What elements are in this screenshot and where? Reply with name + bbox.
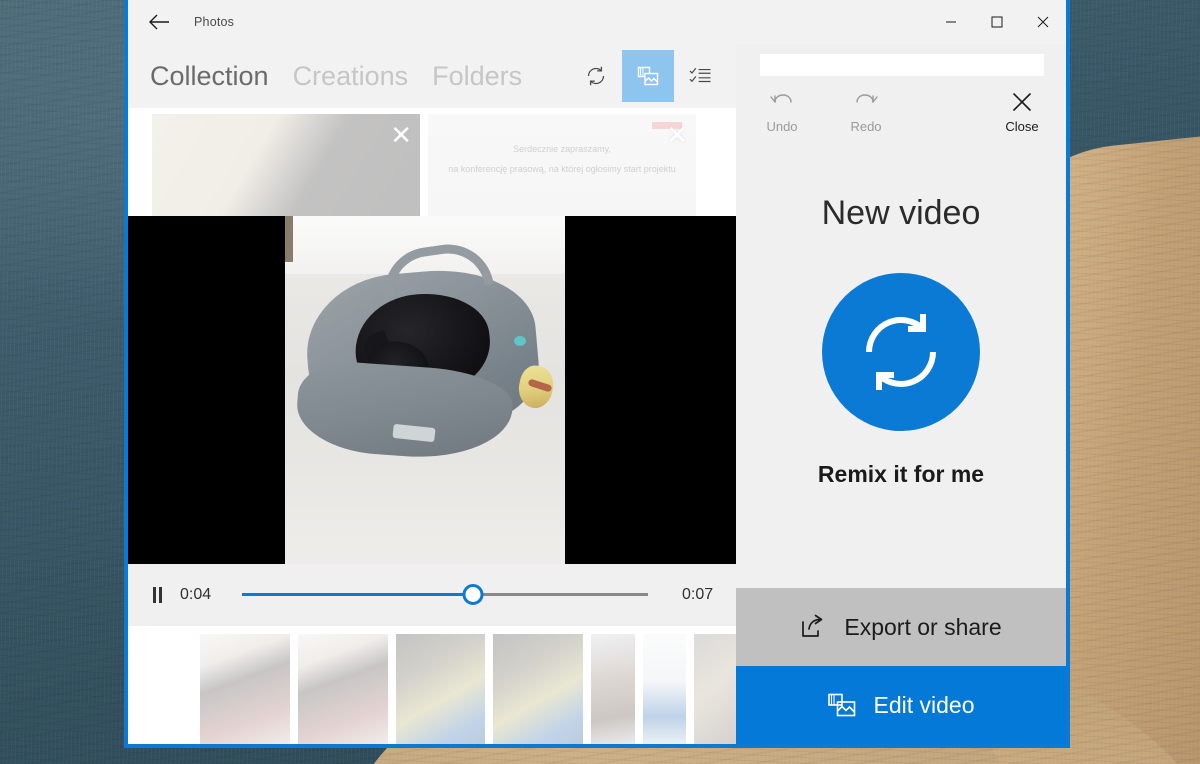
video-title-input[interactable]: [760, 54, 1044, 76]
scrub-fill: [242, 593, 474, 596]
scrub-slider[interactable]: [242, 584, 648, 605]
close-window-button[interactable]: [1020, 0, 1066, 44]
video-title-wrap: [736, 44, 1066, 76]
remove-photo-icon[interactable]: ✕: [390, 122, 412, 148]
list-item[interactable]: [297, 634, 388, 744]
thumbnail-strip: [128, 626, 736, 744]
close-editor-label: Close: [1005, 119, 1039, 134]
list-item[interactable]: [493, 634, 584, 744]
scrub-thumb[interactable]: [462, 584, 484, 605]
tab-creations[interactable]: Creations: [293, 61, 409, 92]
video-edit-icon: [828, 693, 856, 717]
scene-carpet: [285, 454, 565, 564]
app-title: Photos: [194, 15, 235, 29]
editor-toolbar: Undo Redo Close: [736, 76, 1066, 134]
edit-video-label: Edit video: [873, 691, 975, 718]
video-player[interactable]: [128, 216, 736, 564]
invite-text-line-2: na konferencję prasową, na której ogłosi…: [448, 164, 676, 174]
scene-doorframe: [285, 216, 293, 262]
scene-teal-detail: [514, 336, 526, 346]
list-item[interactable]: [642, 634, 687, 744]
desktop-background: Photos Collection Creations Folders ✕ Se…: [0, 0, 1200, 764]
window-body: Collection Creations Folders ✕ Serdeczni…: [128, 44, 1066, 744]
list-item[interactable]: [694, 634, 736, 744]
new-video-icon[interactable]: [622, 50, 674, 102]
total-time-label: 0:07: [682, 586, 714, 603]
tab-folders[interactable]: Folders: [432, 61, 522, 92]
share-icon: [802, 614, 823, 637]
photos-navbar: Collection Creations Folders: [128, 44, 736, 108]
edit-video-button[interactable]: Edit video: [736, 666, 1066, 744]
close-editor-button[interactable]: Close: [1000, 90, 1044, 134]
remove-photo-icon[interactable]: ✕: [666, 122, 688, 148]
undo-button[interactable]: Undo: [760, 90, 804, 134]
undo-label: Undo: [766, 119, 798, 134]
photos-app-window: Photos Collection Creations Folders ✕ Se…: [124, 0, 1070, 748]
tab-collection[interactable]: Collection: [150, 61, 269, 92]
minimize-button[interactable]: [928, 0, 974, 44]
export-or-share-button[interactable]: Export or share: [736, 588, 1066, 666]
select-items-icon[interactable]: [674, 50, 726, 102]
new-video-heading: New video: [821, 194, 981, 232]
export-or-share-label: Export or share: [844, 613, 1002, 640]
thumbnail-row: [200, 626, 736, 744]
video-editor-panel: Undo Redo Close New video Remix it for m…: [736, 44, 1066, 744]
back-arrow-icon[interactable]: [136, 2, 182, 42]
refresh-icon[interactable]: [570, 50, 622, 102]
redo-button[interactable]: Redo: [844, 90, 888, 134]
photos-pane: Collection Creations Folders ✕ Serdeczni…: [128, 44, 736, 744]
redo-label: Redo: [850, 119, 882, 134]
invite-text-line-1: Serdecznie zapraszamy,: [513, 144, 611, 154]
list-item[interactable]: [200, 634, 290, 744]
pause-icon[interactable]: [144, 587, 170, 603]
list-item[interactable]: [591, 634, 635, 744]
remix-button[interactable]: [822, 273, 980, 431]
video-frame: [285, 216, 565, 564]
list-item[interactable]: [395, 634, 486, 744]
remix-area: New video Remix it for me: [736, 134, 1066, 588]
remix-label: Remix it for me: [817, 461, 985, 487]
current-time-label: 0:04: [180, 586, 212, 603]
window-controls: [928, 0, 1066, 44]
window-titlebar: Photos: [128, 0, 1066, 44]
player-transport-bar: 0:04 0:07: [128, 564, 736, 626]
maximize-button[interactable]: [974, 0, 1020, 44]
